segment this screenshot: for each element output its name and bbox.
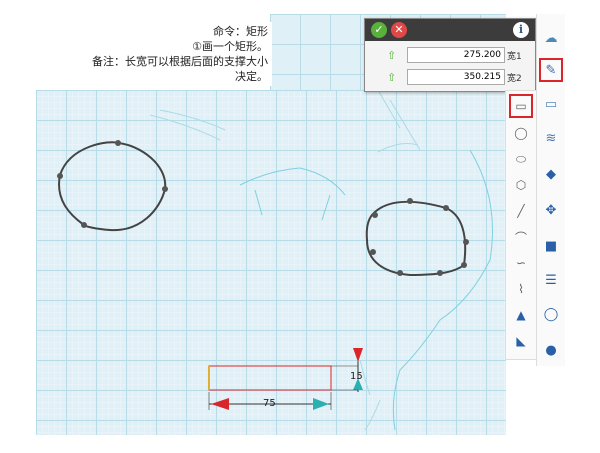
polyline-icon[interactable]: ⌇ (511, 279, 531, 299)
command-line: 命令：矩形 (213, 25, 268, 38)
param-row-2: ⇧ 宽2 (369, 69, 529, 87)
arc-icon[interactable]: ⌒ (511, 227, 531, 247)
guide-curve (149, 109, 226, 141)
box-icon[interactable]: ■ (541, 236, 561, 256)
control-point (372, 212, 378, 218)
control-point (463, 239, 469, 245)
arrow-up-icon[interactable]: ⇧ (387, 71, 396, 84)
circle-icon[interactable]: ◯ (541, 304, 561, 324)
sphere-icon[interactable]: ● (541, 340, 561, 360)
control-point (397, 270, 403, 276)
width-arrow-right (313, 398, 329, 410)
guide-curve (377, 89, 421, 153)
control-point (437, 270, 443, 276)
text-icon[interactable]: ◣ (511, 331, 531, 351)
control-point (57, 173, 63, 179)
polygon-icon[interactable]: ⬡ (511, 175, 531, 195)
control-point (81, 222, 87, 228)
control-point (162, 186, 168, 192)
closed-spline-right (365, 200, 467, 277)
panel-icon[interactable]: ☰ (541, 270, 561, 290)
drawn-rectangle (208, 365, 332, 391)
cube-icon[interactable]: ◆ (541, 164, 561, 184)
param-2-label: 宽2 (507, 74, 522, 84)
command-hint: 命令：矩形 ①画一个矩形。 备注：长宽可以根据后面的支撑大小 决定。 (40, 22, 272, 86)
control-point (407, 198, 413, 204)
control-point (461, 262, 467, 268)
command-note-cont: 决定。 (235, 70, 268, 83)
param-2-input[interactable] (407, 69, 505, 85)
param-1-input[interactable] (407, 47, 505, 63)
main-toolbar: ☁ ✎ ▭ ≋ ◆ ✥ ■ ☰ ◯ ● (536, 14, 565, 366)
triangle-icon[interactable]: ▲ (511, 305, 531, 325)
width-arrow-left (211, 398, 229, 410)
ellipse-icon[interactable]: ⬭ (511, 149, 531, 169)
move-icon[interactable]: ✥ (541, 200, 561, 220)
sketch-toolbar: ▭ ◯ ⬭ ⬡ ╱ ⌒ ∽ ⌇ ▲ ◣ (505, 90, 537, 360)
guide-curve (392, 149, 493, 431)
command-note: 备注：长宽可以根据后面的支撑大小 (92, 55, 268, 68)
guide-curve (359, 359, 381, 431)
height-arrow-top (353, 348, 363, 362)
closed-spline-left (58, 141, 167, 232)
command-step: ①画一个矩形。 (192, 40, 268, 53)
width-dimension-label[interactable]: 75 (263, 398, 276, 409)
control-point (115, 140, 121, 146)
control-point (443, 205, 449, 211)
circle-icon[interactable]: ◯ (511, 123, 531, 143)
param-1-label: 宽1 (507, 52, 522, 62)
layers-icon[interactable]: ≋ (541, 128, 561, 148)
cloud-icon[interactable]: ☁ (541, 28, 561, 48)
line-icon[interactable]: ╱ (511, 201, 531, 221)
sketch-pen-icon[interactable]: ✎ (539, 58, 563, 82)
close-icon[interactable]: ✕ (391, 22, 407, 38)
check-icon[interactable]: ✓ (371, 22, 387, 38)
guide-curve (239, 167, 346, 221)
height-dimension-label[interactable]: 15 (350, 371, 363, 382)
panel-header: ✓ ✕ i (365, 19, 535, 41)
arrow-up-icon[interactable]: ⇧ (387, 49, 396, 62)
info-icon[interactable]: i (513, 22, 529, 38)
param-row-1: ⇧ 宽1 (369, 47, 529, 65)
page-icon[interactable]: ▭ (541, 94, 561, 114)
rectangle-parameter-panel: ✓ ✕ i ⇧ 宽1 ⇧ 宽2 (364, 18, 536, 92)
curve-icon[interactable]: ∽ (511, 253, 531, 273)
rectangle-icon[interactable]: ▭ (509, 94, 533, 118)
control-point (370, 249, 376, 255)
